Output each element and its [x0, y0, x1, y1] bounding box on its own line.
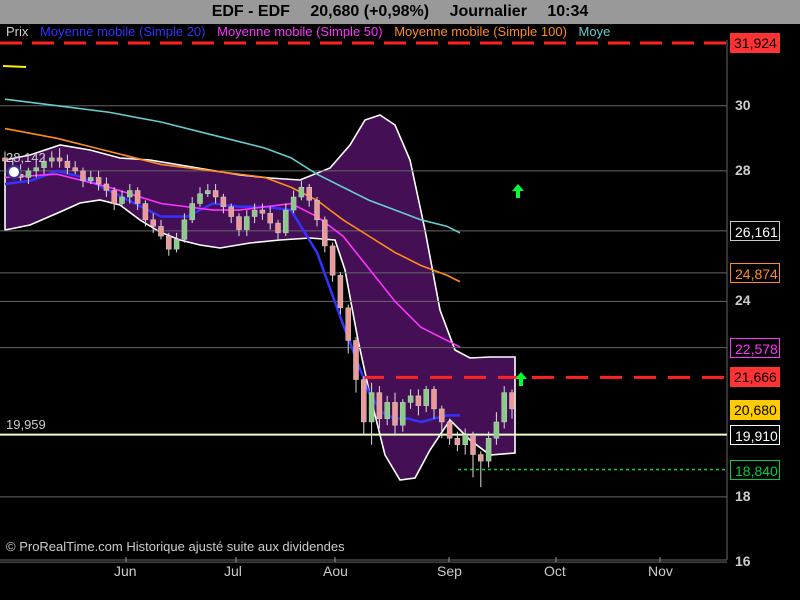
time-label: 10:34: [547, 3, 589, 20]
legend-item-sma50[interactable]: Moyenne mobile (Simple 50): [217, 24, 382, 39]
yellow-marker-line: [2, 65, 27, 68]
symbol-title: EDF - EDF: [211, 3, 290, 20]
price-label: 22,578: [730, 337, 780, 358]
price-label: 26,161: [730, 220, 780, 241]
inline-price-label: 19,959: [6, 417, 46, 433]
price-label: 20,680: [730, 399, 780, 420]
price-label: 18,840: [730, 459, 780, 480]
indicator-legend: Prix Moyenne mobile (Simple 20) Moyenne …: [6, 24, 726, 40]
inline-price-label: 28,142: [6, 150, 46, 166]
price-chart: [0, 40, 728, 563]
legend-item-sma20[interactable]: Moyenne mobile (Simple 20): [40, 24, 205, 39]
y-tick-label: 24: [735, 292, 751, 309]
y-tick-label: 28: [735, 161, 751, 178]
candle: [501, 386, 507, 429]
price-marker-icon: [7, 165, 21, 179]
price-label: 19,910: [730, 424, 780, 445]
candle: [337, 271, 344, 315]
x-tick-label: Sep: [437, 563, 462, 579]
legend-item-sma100[interactable]: Moyenne mobile (Simple 100): [394, 24, 567, 39]
price-label: 24,874: [730, 262, 780, 283]
y-tick-label: 30: [735, 96, 751, 113]
x-tick-label: Jul: [224, 563, 242, 579]
x-tick-label: Oct: [544, 563, 566, 579]
y-tick-label: 18: [735, 487, 751, 504]
y-tick-label: 16: [735, 553, 751, 570]
x-tick-label: Aou: [323, 563, 348, 579]
chart-header: EDF - EDF 20,680 (+0,98%) Journalier 10:…: [0, 0, 800, 24]
x-tick-label: Nov: [648, 563, 673, 579]
legend-item-price[interactable]: Prix: [6, 24, 28, 39]
legend-item-extra[interactable]: Moye: [579, 24, 611, 39]
price-label: 21,666: [730, 367, 780, 388]
last-quote: 20,680 (+0,98%): [310, 3, 430, 20]
period-label: Journalier: [449, 3, 527, 20]
x-tick-label: Jun: [114, 563, 137, 579]
price-label: 31,924: [730, 33, 780, 53]
copyright-notice: © ProRealTime.com Historique ajusté suit…: [6, 539, 345, 554]
